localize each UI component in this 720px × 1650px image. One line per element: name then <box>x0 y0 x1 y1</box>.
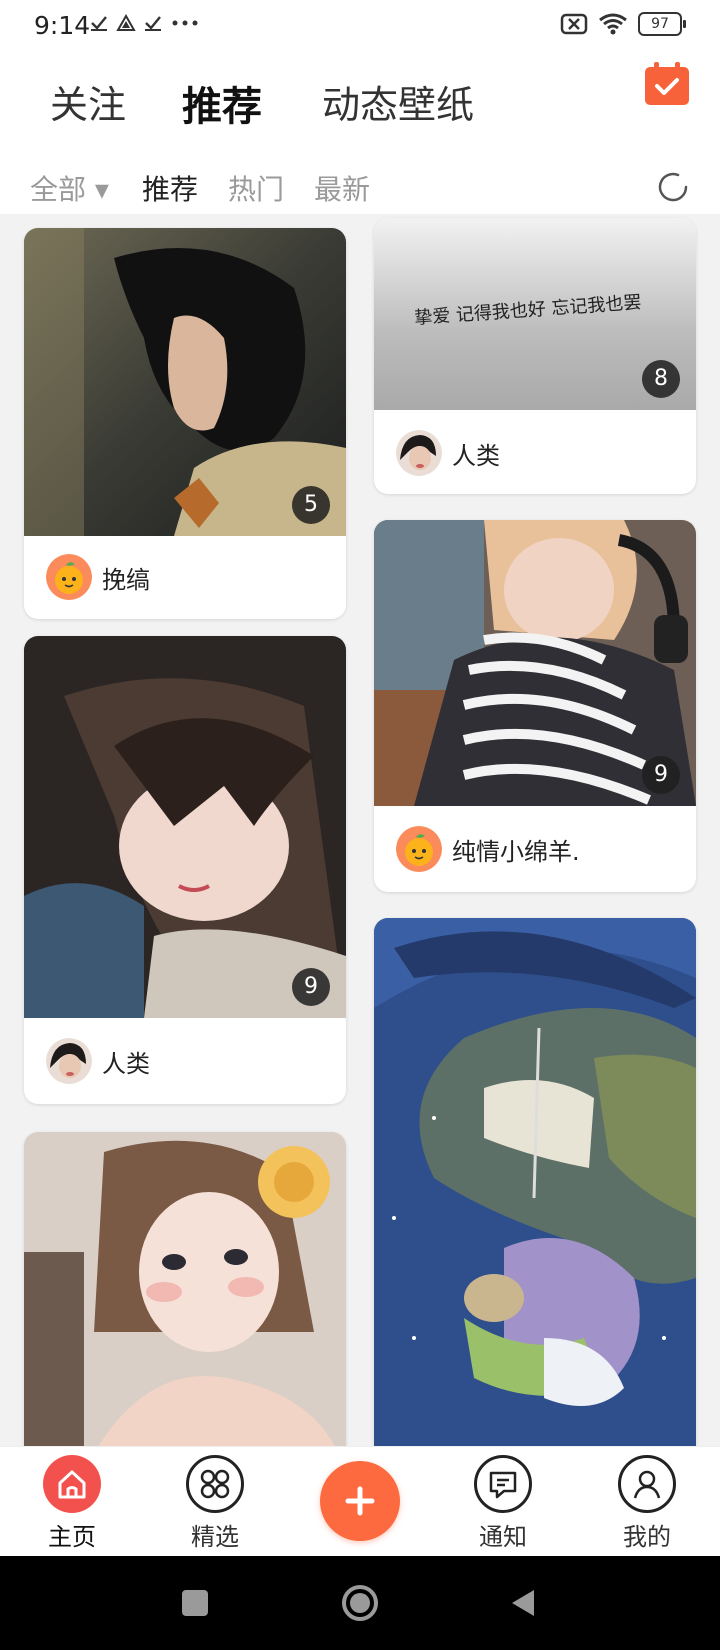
author-name: 挽缟 <box>102 565 150 594</box>
wifi-icon <box>599 13 627 35</box>
wallpaper-thumbnail[interactable]: 5 <box>24 228 346 536</box>
tab-recommended[interactable]: 推荐 <box>182 74 262 132</box>
grid-icon <box>186 1455 244 1513</box>
orange-fruit-avatar <box>46 554 92 600</box>
tab-following[interactable]: 关注 <box>50 74 126 129</box>
wallpaper-thumbnail[interactable]: 挚爱 记得我也好 忘记我也罢 8 <box>374 218 696 410</box>
recent-apps-icon[interactable] <box>180 1588 210 1618</box>
tab-live-wallpaper[interactable]: 动态壁纸 <box>322 74 474 129</box>
wallpaper-card[interactable]: 9 纯情小绵羊. <box>374 520 696 892</box>
filter-all-dropdown[interactable]: 全部 ▾ <box>30 168 109 208</box>
wallpaper-thumbnail[interactable] <box>374 918 696 1446</box>
wallpaper-card[interactable]: 挚爱 记得我也好 忘记我也罢 8 人类 <box>374 218 696 494</box>
drive-icon <box>116 14 136 31</box>
more-dots-icon <box>172 20 198 26</box>
nav-featured[interactable]: 精选 <box>170 1455 260 1552</box>
filter-bar: 全部 ▾ 推荐 热门 最新 <box>0 154 720 214</box>
filter-hot[interactable]: 热门 <box>228 168 284 208</box>
portrait-avatar <box>396 430 442 476</box>
image-count-badge: 8 <box>642 360 680 398</box>
wallpaper-thumbnail[interactable]: 9 <box>374 520 696 806</box>
check-download-icon-2 <box>145 16 161 31</box>
card-author[interactable]: 挽缟 <box>46 554 150 600</box>
wallpaper-thumbnail[interactable] <box>24 1132 346 1446</box>
add-post-button[interactable] <box>320 1461 400 1541</box>
back-icon[interactable] <box>508 1588 538 1618</box>
nav-profile[interactable]: 我的 <box>602 1455 692 1552</box>
wallpaper-card[interactable] <box>374 918 696 1446</box>
wallpaper-card[interactable]: 5 挽缟 <box>24 228 346 619</box>
calendar-checkin-icon[interactable] <box>644 61 690 107</box>
user-icon <box>618 1455 676 1513</box>
system-navigation-bar <box>0 1556 720 1650</box>
plus-icon <box>345 1486 375 1516</box>
wallpaper-caption-text: 挚爱 记得我也好 忘记我也罢 <box>413 292 643 329</box>
check-download-icon <box>91 16 107 31</box>
refresh-icon[interactable] <box>656 170 690 204</box>
sim-off-icon <box>560 13 588 35</box>
author-name: 纯情小绵羊. <box>452 837 580 866</box>
wallpaper-thumbnail[interactable]: 9 <box>24 636 346 1018</box>
status-time: 9:14 <box>34 11 91 40</box>
card-author[interactable]: 人类 <box>46 1038 150 1084</box>
battery-indicator: 97 <box>638 12 686 36</box>
author-name: 人类 <box>452 441 500 470</box>
nav-featured-label: 精选 <box>191 1523 239 1551</box>
message-icon <box>474 1455 532 1513</box>
card-author[interactable]: 纯情小绵羊. <box>396 826 580 872</box>
nav-home[interactable]: 主页 <box>27 1455 117 1552</box>
status-bar: 9:14 97 <box>0 0 720 54</box>
nav-profile-label: 我的 <box>623 1523 671 1551</box>
top-tab-bar: 关注 推荐 动态壁纸 <box>0 54 720 154</box>
orange-fruit-avatar <box>396 826 442 872</box>
status-system-icons: 97 <box>560 12 686 36</box>
card-author[interactable]: 人类 <box>396 430 500 476</box>
home-circle-icon[interactable] <box>340 1583 380 1623</box>
nav-notifications-label: 通知 <box>479 1523 527 1551</box>
nav-home-label: 主页 <box>48 1523 96 1551</box>
author-name: 人类 <box>102 1049 150 1078</box>
totoro-umbrella-image <box>374 918 696 1446</box>
home-icon <box>43 1455 101 1513</box>
bottom-nav: 主页 精选 通知 我的 <box>0 1446 720 1557</box>
filter-latest[interactable]: 最新 <box>314 168 370 208</box>
girl-yellow-rose-image <box>24 1132 346 1446</box>
girl-sleeping-image <box>24 636 346 1018</box>
filter-recommended[interactable]: 推荐 <box>142 168 198 208</box>
wallpaper-card[interactable] <box>24 1132 346 1446</box>
image-count-badge: 5 <box>292 486 330 524</box>
status-notification-icons <box>90 14 200 32</box>
image-count-badge: 9 <box>292 968 330 1006</box>
portrait-avatar <box>46 1038 92 1084</box>
image-count-badge: 9 <box>642 756 680 794</box>
nav-notifications[interactable]: 通知 <box>458 1455 548 1552</box>
wallpaper-feed[interactable]: 5 挽缟 挚爱 记得我也好 忘记我也罢 8 人类 9 人类 9 纯情小绵羊. <box>0 214 720 1446</box>
wallpaper-card[interactable]: 9 人类 <box>24 636 346 1104</box>
